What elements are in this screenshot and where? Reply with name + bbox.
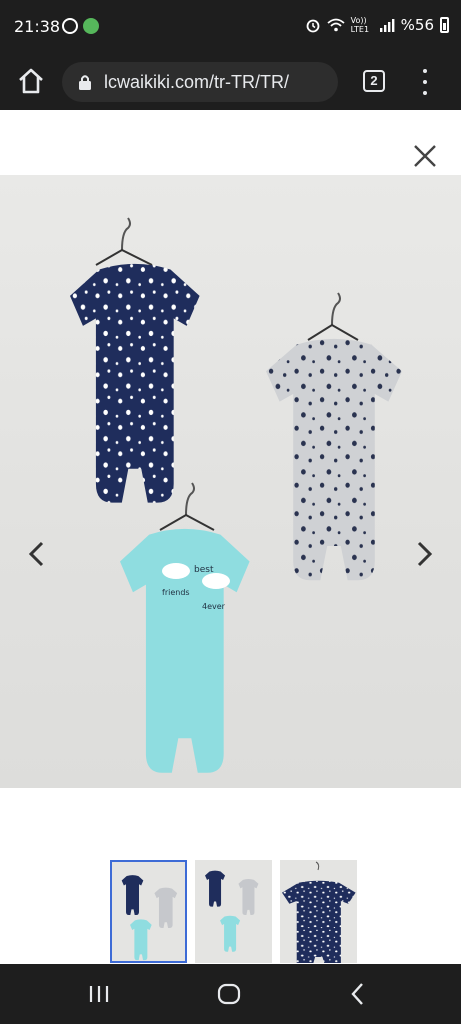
menu-dot bbox=[423, 80, 427, 84]
mint-romper: best friends 4ever bbox=[120, 482, 250, 773]
battery-percent: %56 bbox=[400, 16, 434, 34]
thumbnail-2[interactable] bbox=[195, 860, 272, 963]
print-word-2: friends bbox=[162, 588, 190, 597]
print-word-3: 4ever bbox=[202, 602, 226, 611]
recent-apps-icon[interactable] bbox=[86, 981, 112, 1007]
url-text[interactable]: lcwaikiki.com/tr-TR/TR/ bbox=[104, 72, 289, 93]
battery-icon bbox=[440, 17, 449, 33]
status-indicators: Vo)) LTE1 %56 bbox=[305, 16, 449, 34]
print-word-1: best bbox=[194, 565, 214, 575]
thumbnail-image bbox=[205, 870, 259, 952]
whatsapp-icon bbox=[62, 18, 78, 34]
menu-dot bbox=[423, 91, 427, 95]
network-label: Vo)) LTE1 bbox=[350, 16, 370, 34]
thumbnail-image bbox=[121, 875, 178, 961]
status-bar: 21:38 Vo)) LTE1 %56 bbox=[0, 0, 461, 54]
thumbnail-3[interactable] bbox=[280, 860, 357, 963]
product-image: best friends 4ever bbox=[70, 217, 402, 773]
system-nav-bar bbox=[0, 964, 461, 1024]
navy-romper bbox=[70, 217, 200, 503]
home-icon[interactable] bbox=[16, 66, 46, 96]
lock-icon[interactable] bbox=[78, 74, 92, 90]
back-icon[interactable] bbox=[345, 981, 371, 1007]
thumbnail-image bbox=[282, 861, 356, 963]
more-menu-icon[interactable] bbox=[418, 67, 432, 97]
close-icon[interactable] bbox=[411, 142, 439, 170]
home-icon[interactable] bbox=[216, 981, 242, 1007]
app-notification-icon bbox=[83, 18, 99, 34]
alarm-icon bbox=[306, 19, 320, 33]
product-gallery[interactable]: best friends 4ever bbox=[0, 175, 461, 788]
chevron-right-icon[interactable] bbox=[414, 540, 436, 568]
thumbnail-1[interactable] bbox=[110, 860, 187, 963]
address-bar[interactable]: lcwaikiki.com/tr-TR/TR/ bbox=[62, 62, 338, 102]
wifi-icon bbox=[327, 18, 345, 32]
chevron-left-icon[interactable] bbox=[25, 540, 47, 568]
tabs-button[interactable]: 2 bbox=[363, 70, 385, 92]
grey-romper bbox=[266, 292, 402, 581]
thumbnail-strip bbox=[110, 860, 357, 963]
status-time: 21:38 bbox=[14, 17, 61, 36]
notification-icons bbox=[62, 18, 99, 34]
browser-toolbar: lcwaikiki.com/tr-TR/TR/ 2 bbox=[0, 54, 461, 110]
signal-icon bbox=[379, 19, 395, 32]
menu-dot bbox=[423, 69, 427, 73]
